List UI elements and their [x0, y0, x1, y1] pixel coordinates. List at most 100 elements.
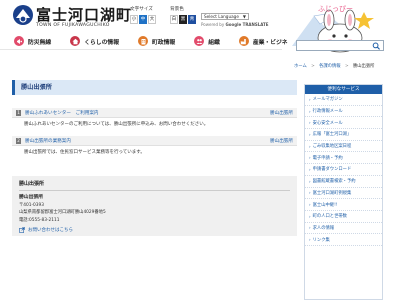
logo-title: 富士河口湖町: [36, 6, 133, 24]
content-section-1: 1 勝山ふれあいセンター ご利用案内 勝山出張所 勝山ふれあいセンターのご利用に…: [12, 108, 297, 127]
chevron-right-icon: ›: [309, 178, 311, 184]
font-size-small-button[interactable]: 小: [130, 15, 138, 24]
sidebar-item-town-newsletter[interactable]: › 広報「富士河口湖」: [305, 129, 382, 141]
section-body-text: 勝山出張所では、住民窓口サービス業務等を行っています。: [24, 150, 145, 155]
chevron-right-icon: ›: [309, 131, 311, 137]
sidebar-item-label: メールマガジン: [312, 97, 343, 103]
bg-black-button[interactable]: 黒: [179, 15, 187, 24]
contact-address: 山梨県南都留郡富士河口湖町勝山4029番地5: [19, 210, 106, 215]
sidebar-services: 便利なサービス › メールマガジン › 行政情報メール › 安心安全メール › 広報「富…: [304, 84, 383, 300]
section-title-link[interactable]: 勝山出張所の業務案内: [25, 138, 71, 144]
sidebar-item-label: 町の人口と世帯数: [312, 214, 347, 220]
font-size-medium-button[interactable]: 中: [139, 15, 147, 24]
site-search: [296, 40, 384, 60]
sidebar-item-label: ごみ収集地区案日程: [312, 144, 352, 150]
breadcrumb-separator: >: [311, 64, 315, 69]
sidebar-item-admin-mail[interactable]: › 行政情報メール: [305, 106, 382, 118]
contact-divider: [19, 190, 290, 191]
sidebar-item-links[interactable]: › リンク集: [305, 234, 382, 246]
search-input[interactable]: [297, 51, 371, 60]
contact-postal-code: 〒401-0393: [19, 202, 44, 208]
sidebar-item-label: 図書館蔵書検索・予約: [312, 179, 356, 185]
language-select-value: Select Language: [204, 14, 239, 19]
chevron-down-icon: ▼: [242, 14, 246, 19]
sidebar-item-library-search[interactable]: › 図書館蔵書検索・予約: [305, 176, 382, 188]
sidebar-item-mail-magazine[interactable]: › メールマガジン: [305, 94, 382, 106]
sidebar-item-label: 行政情報メール: [312, 109, 343, 115]
chevron-right-icon: ›: [309, 96, 311, 102]
breadcrumb-separator: >: [344, 64, 349, 69]
bg-blue-button[interactable]: 青: [188, 15, 196, 24]
town-emblem-icon: [13, 5, 33, 25]
nav-item-label: 産業・ビジネ: [252, 39, 288, 46]
breadcrumb-dept-link[interactable]: 各課の情報: [319, 64, 340, 69]
section-number-badge: 1: [16, 110, 21, 116]
chevron-right-icon: ›: [309, 143, 311, 149]
chevron-right-icon: ›: [309, 190, 311, 196]
people-icon: [194, 36, 205, 46]
nav-item-living-info[interactable]: くらしの情報: [56, 33, 124, 50]
sidebar-item-garbage-schedule[interactable]: › ごみ収集地区案日程: [305, 141, 382, 153]
house-icon: [70, 36, 81, 46]
site-header: 富士河口湖町 TOWN OF FUJIKAWAGUCHIKO 文字サイズ 小 中…: [0, 0, 400, 53]
sidebar-item-job-info[interactable]: › 求人の情報: [305, 223, 382, 235]
contact-phone: 電話:0555-83-2111: [19, 217, 60, 223]
sidebar-item-label: 富士山中継!!: [312, 202, 338, 208]
translate-brand: Google TRANSLATE: [225, 22, 269, 27]
section-number-badge: 2: [16, 138, 21, 144]
chevron-right-icon: ›: [309, 237, 311, 243]
sidebar-item-safety-mail[interactable]: › 安心安全メール: [305, 117, 382, 130]
nav-item-label: くらしの情報: [84, 39, 119, 46]
contact-office-name: 勝山出張所: [19, 195, 43, 200]
font-size-label: 文字サイズ: [130, 7, 153, 12]
breadcrumb-current: 勝山出張所: [352, 64, 375, 69]
contact-inquiry-link[interactable]: お問い合わせはこちら: [19, 226, 290, 233]
content-section-2: 2 勝山出張所の業務案内 勝山出張所 勝山出張所では、住民窓口サービス業務等を行…: [12, 136, 297, 155]
translate-powered-label: Powered by: [201, 22, 225, 27]
breadcrumb-home-link[interactable]: ホーム: [294, 64, 307, 69]
sidebar-list: › メールマガジン › 行政情報メール › 安心安全メール › 広報「富士河口湖」 › ご…: [305, 94, 382, 246]
building-icon: [138, 36, 148, 46]
section-title-link[interactable]: 勝山ふれあいセンター ご利用案内: [25, 110, 99, 116]
nav-item-label: 防災無線: [28, 39, 52, 46]
translate-credit: Powered by Google TRANSLATE: [201, 22, 269, 27]
sidebar-item-town-regulations[interactable]: › 富士河口湖町例規集: [305, 188, 382, 200]
nav-item-industry-business[interactable]: 産業・ビジネ: [225, 33, 293, 50]
sidebar-item-label: 富士河口湖町例規集: [312, 190, 352, 196]
section-header: 1 勝山ふれあいセンター ご利用案内 勝山出張所: [12, 108, 297, 118]
breadcrumb: ホーム > 各課の情報 > 勝山出張所: [294, 63, 374, 69]
page-title: 勝山出張所: [12, 80, 297, 95]
font-size-control: 文字サイズ 小 中 大: [130, 6, 162, 24]
nav-item-government-info[interactable]: 町政情報: [124, 33, 180, 50]
megaphone-icon: [14, 36, 24, 46]
chevron-right-icon: ›: [309, 155, 311, 161]
nav-item-disaster-radio[interactable]: 防災無線: [0, 33, 56, 50]
sidebar-item-population[interactable]: › 町の人口と世帯数: [305, 211, 382, 223]
nav-item-organization[interactable]: 組織: [180, 33, 225, 50]
sidebar-item-form-download[interactable]: › 申請書ダウンロード: [305, 164, 382, 176]
chevron-right-icon: ›: [309, 108, 311, 114]
chevron-right-icon: ›: [309, 120, 311, 126]
external-link-icon: [19, 226, 25, 233]
sidebar-item-e-application[interactable]: › 電子申請・予約: [305, 152, 382, 165]
background-color-label: 背景色: [170, 7, 184, 12]
section-body-text: 勝山ふれあいセンターのご利用については、勝山出張所に申込み、お問い合わせください…: [24, 122, 209, 127]
language-select[interactable]: Select Language ▼: [201, 13, 249, 20]
section-dept-link[interactable]: 勝山出張所: [270, 138, 293, 144]
font-size-large-button[interactable]: 大: [148, 15, 156, 24]
sidebar-item-fuji-live[interactable]: › 富士山中継!!: [305, 199, 382, 211]
main-content: 勝山出張所 1 勝山ふれあいセンター ご利用案内 勝山出張所 勝山ふれあいセンタ…: [12, 80, 297, 236]
bg-white-button[interactable]: 白: [170, 15, 178, 24]
sidebar-item-label: 申請書ダウンロード: [312, 167, 352, 173]
section-dept-link[interactable]: 勝山出張所: [270, 110, 293, 116]
chevron-right-icon: ›: [309, 166, 311, 172]
chevron-right-icon: ›: [309, 202, 311, 208]
section-header: 2 勝山出張所の業務案内 勝山出張所: [12, 136, 297, 146]
search-icon[interactable]: [372, 42, 381, 50]
sidebar-item-label: 電子申請・予約: [312, 155, 343, 161]
global-nav: 防災無線 くらしの情報 町政情報 組織 産業・ビジネ: [0, 33, 288, 50]
background-color-control: 背景色 白 黒 青: [170, 6, 198, 24]
sidebar-item-label: リンク集: [312, 237, 330, 243]
sidebar-item-label: 安心安全メール: [312, 120, 343, 126]
chevron-right-icon: ›: [309, 213, 311, 219]
